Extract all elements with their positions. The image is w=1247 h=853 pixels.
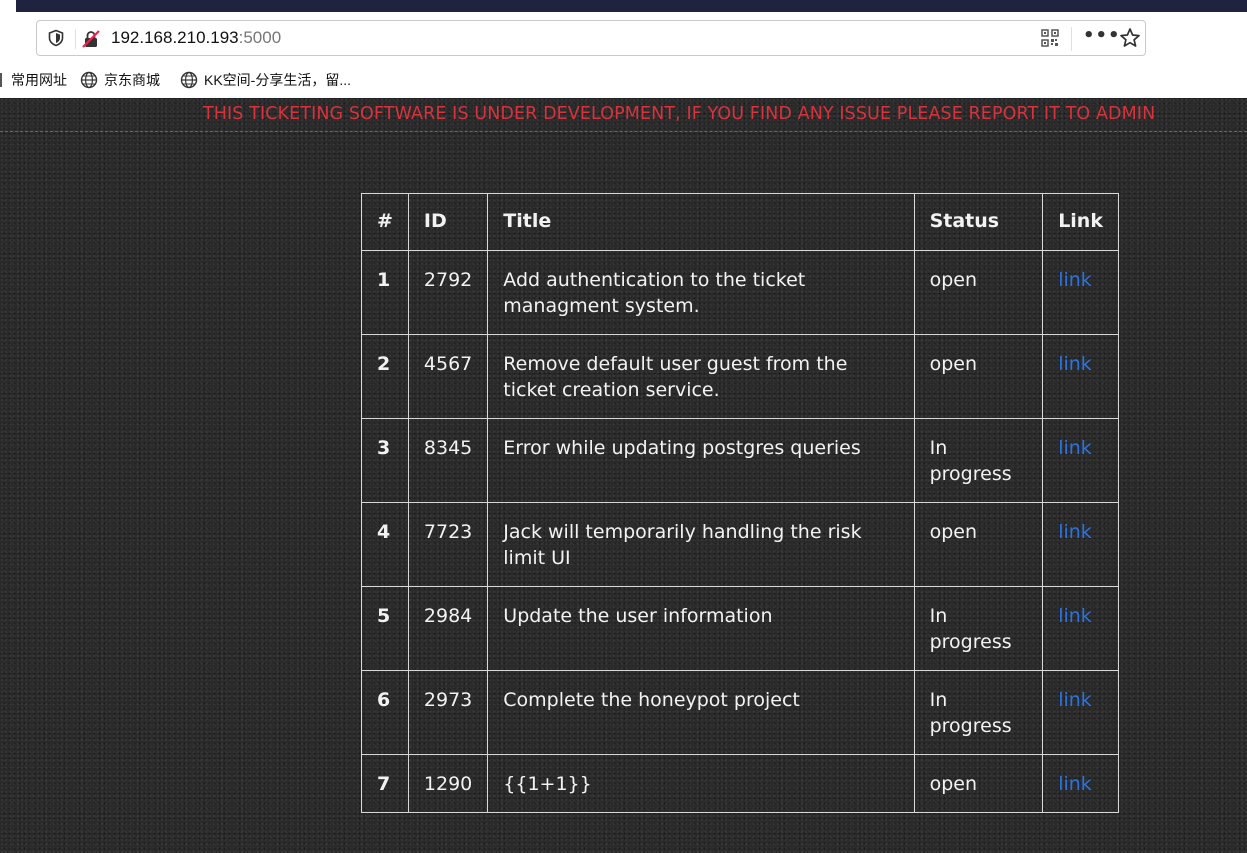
cell-number: 1 bbox=[361, 250, 409, 335]
globe-icon bbox=[180, 71, 198, 89]
cell-id: 1290 bbox=[407, 754, 489, 813]
bookmark-folder-common[interactable]: 常用网址 bbox=[0, 70, 67, 90]
cell-title: Jack will temporarily handling the risk … bbox=[487, 502, 915, 587]
cell-title: Remove default user guest from the ticke… bbox=[487, 334, 915, 419]
cell-status: open bbox=[913, 502, 1044, 587]
cell-status: open bbox=[913, 250, 1044, 335]
ticket-link[interactable]: link bbox=[1058, 437, 1092, 459]
ticket-link[interactable]: link bbox=[1058, 521, 1092, 543]
cell-number: 4 bbox=[361, 502, 409, 587]
dev-warning-banner: THIS TICKETING SOFTWARE IS UNDER DEVELOP… bbox=[0, 98, 1247, 132]
cell-title: Complete the honeypot project bbox=[487, 670, 915, 755]
cell-id: 2984 bbox=[407, 586, 489, 671]
cell-link: link bbox=[1042, 418, 1119, 503]
more-actions-icon[interactable]: ••• bbox=[1083, 25, 1121, 46]
bookmark-jd[interactable]: 京东商城 bbox=[80, 70, 160, 90]
url-text[interactable]: 192.168.210.193:5000 bbox=[111, 28, 281, 48]
cell-link: link bbox=[1042, 586, 1119, 671]
separator bbox=[1071, 27, 1072, 51]
cell-number: 2 bbox=[361, 334, 409, 419]
qr-code-icon[interactable] bbox=[1041, 29, 1059, 47]
cell-link: link bbox=[1042, 502, 1119, 587]
cell-link: link bbox=[1042, 754, 1119, 813]
bookmark-label: 京东商城 bbox=[104, 72, 160, 88]
table-row: 6 2973 Complete the honeypot project In … bbox=[361, 670, 1119, 755]
url-host: 192.168.210.193 bbox=[111, 28, 239, 47]
cell-number: 5 bbox=[361, 586, 409, 671]
globe-icon bbox=[80, 71, 98, 89]
folder-icon bbox=[0, 73, 2, 87]
header-number: # bbox=[361, 193, 409, 251]
cell-status: open bbox=[913, 754, 1044, 813]
cell-id: 7723 bbox=[407, 502, 489, 587]
insecure-lock-icon[interactable] bbox=[81, 29, 101, 49]
cell-title: Error while updating postgres queries bbox=[487, 418, 915, 503]
cell-link: link bbox=[1042, 250, 1119, 335]
cell-title: Add authentication to the ticket managme… bbox=[487, 250, 915, 335]
banner-text: THIS TICKETING SOFTWARE IS UNDER DEVELOP… bbox=[203, 104, 1156, 124]
bookmarks-toolbar: 常用网址 京东商城 KK空间-分享生活，留... bbox=[0, 66, 1247, 96]
cell-id: 2973 bbox=[407, 670, 489, 755]
cell-id: 4567 bbox=[407, 334, 489, 419]
cell-status: In progress bbox=[913, 586, 1044, 671]
page-content: THIS TICKETING SOFTWARE IS UNDER DEVELOP… bbox=[0, 98, 1247, 853]
bookmark-star-icon[interactable] bbox=[1119, 27, 1141, 49]
bookmark-label: 常用网址 bbox=[11, 72, 67, 88]
header-id: ID bbox=[407, 193, 489, 251]
ticket-link[interactable]: link bbox=[1058, 353, 1092, 375]
header-link: Link bbox=[1042, 193, 1119, 251]
address-bar[interactable]: 192.168.210.193:5000 ••• bbox=[36, 20, 1146, 56]
bookmark-label: KK空间-分享生活，留... bbox=[204, 72, 352, 88]
cell-status: open bbox=[913, 334, 1044, 419]
cell-title: Update the user information bbox=[487, 586, 915, 671]
header-status: Status bbox=[913, 193, 1044, 251]
window-top-strip bbox=[0, 0, 1247, 14]
table-header-row: # ID Title Status Link bbox=[361, 193, 1119, 251]
cell-number: 3 bbox=[361, 418, 409, 503]
header-title: Title bbox=[487, 193, 915, 251]
table-row: 5 2984 Update the user information In pr… bbox=[361, 586, 1119, 671]
ticket-link[interactable]: link bbox=[1058, 773, 1092, 795]
cell-link: link bbox=[1042, 334, 1119, 419]
ticket-link[interactable]: link bbox=[1058, 605, 1092, 627]
cell-number: 7 bbox=[361, 754, 409, 813]
table-row: 7 1290 {{1+1}} open link bbox=[361, 754, 1119, 813]
ticket-link[interactable]: link bbox=[1058, 269, 1092, 291]
table-row: 3 8345 Error while updating postgres que… bbox=[361, 418, 1119, 503]
shield-icon[interactable] bbox=[47, 29, 65, 47]
cell-status: In progress bbox=[913, 670, 1044, 755]
tickets-table: # ID Title Status Link 1 2792 Add authen… bbox=[361, 193, 1119, 813]
table-row: 2 4567 Remove default user guest from th… bbox=[361, 334, 1119, 419]
cell-link: link bbox=[1042, 670, 1119, 755]
cell-id: 2792 bbox=[407, 250, 489, 335]
separator bbox=[75, 29, 76, 49]
tab-strip bbox=[16, 0, 1247, 12]
table-row: 4 7723 Jack will temporarily handling th… bbox=[361, 502, 1119, 587]
bookmark-kk-space[interactable]: KK空间-分享生活，留... bbox=[180, 70, 351, 90]
ticket-link[interactable]: link bbox=[1058, 689, 1092, 711]
cell-number: 6 bbox=[361, 670, 409, 755]
cell-title: {{1+1}} bbox=[487, 754, 915, 813]
cell-id: 8345 bbox=[407, 418, 489, 503]
url-port: :5000 bbox=[238, 28, 282, 47]
table-row: 1 2792 Add authentication to the ticket … bbox=[361, 250, 1119, 335]
cell-status: In progress bbox=[913, 418, 1044, 503]
